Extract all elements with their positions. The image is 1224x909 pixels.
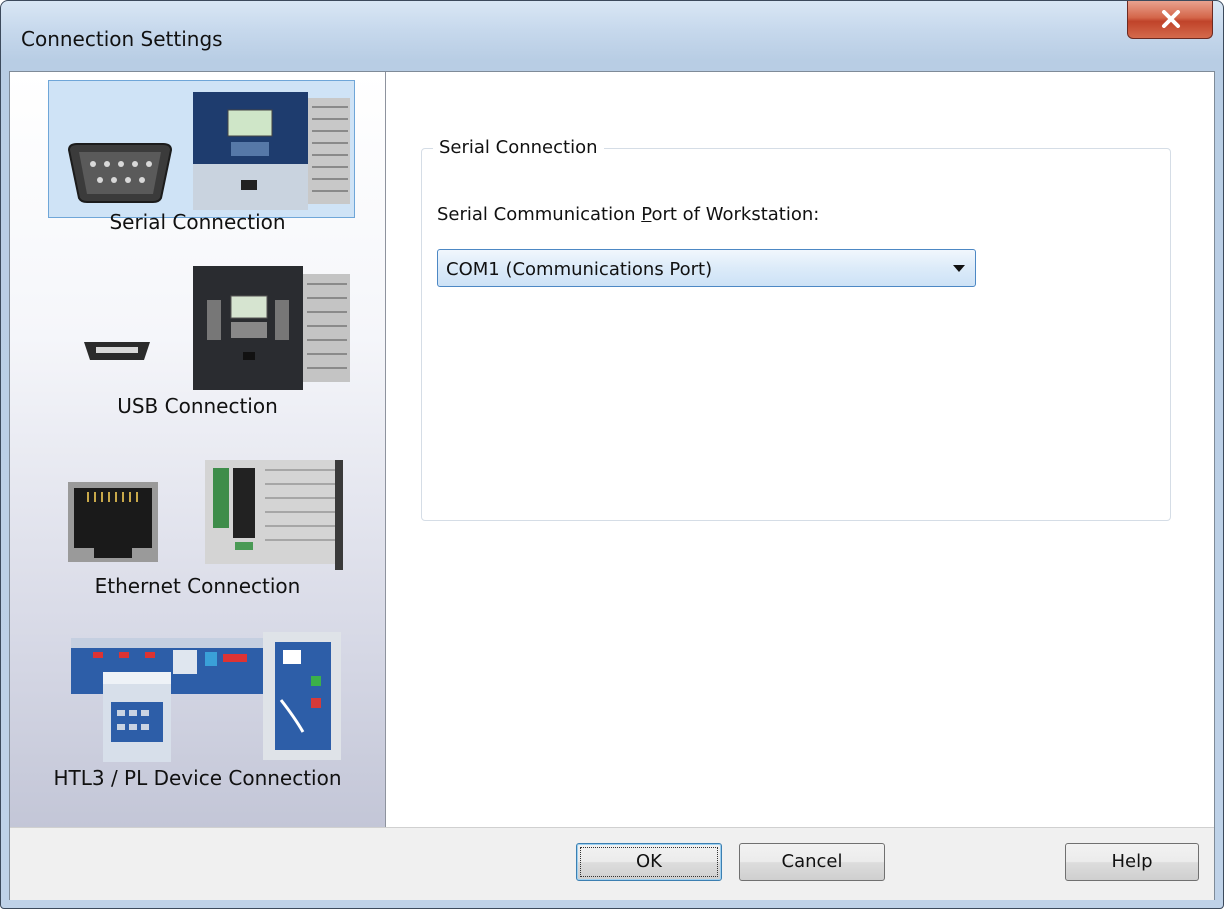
connection-settings-window: Connection Settings Serial Connection US… (0, 0, 1224, 909)
usb-port-icon (84, 342, 150, 360)
dialog-body: Serial Connection USB Connection Etherne… (9, 71, 1215, 900)
settings-panel: Serial Connection Serial Communication P… (386, 72, 1214, 827)
sidebar-item-serial[interactable]: Serial Connection (10, 72, 385, 252)
htl3-device-icon (71, 632, 341, 762)
connection-type-sidebar: Serial Connection USB Connection Etherne… (10, 72, 386, 827)
sidebar-item-htl3-pl[interactable]: HTL3 / PL Device Connection (10, 612, 385, 812)
title-bar[interactable]: Connection Settings (1, 1, 1223, 71)
protection-device-icon (193, 266, 350, 390)
close-icon (1162, 10, 1180, 28)
sidebar-item-label: USB Connection (117, 394, 278, 418)
dropdown-value: COM1 (Communications Port) (446, 259, 713, 280)
help-button[interactable]: Help (1065, 843, 1199, 881)
protection-device-icon (193, 92, 350, 210)
com-port-dropdown[interactable]: COM1 (Communications Port) (437, 249, 976, 287)
sidebar-item-label: Serial Connection (109, 210, 286, 234)
cancel-button[interactable]: Cancel (739, 843, 885, 881)
protection-device-icon (205, 460, 343, 570)
sidebar-item-label: HTL3 / PL Device Connection (53, 766, 342, 790)
sidebar-item-label: Ethernet Connection (94, 574, 301, 598)
window-title: Connection Settings (21, 27, 223, 51)
group-title: Serial Connection (433, 137, 604, 158)
ethernet-port-icon (68, 482, 158, 562)
focus-rect (580, 847, 718, 877)
sidebar-item-ethernet[interactable]: Ethernet Connection (10, 434, 385, 610)
chevron-down-icon[interactable] (953, 265, 965, 272)
button-bar: OK Cancel Help (10, 827, 1214, 900)
serial-port-icon (67, 143, 173, 203)
port-label: Serial Communication Port of Workstation… (437, 204, 820, 225)
sidebar-item-usb[interactable]: USB Connection (10, 254, 385, 430)
ok-button[interactable]: OK (576, 843, 722, 881)
close-button[interactable] (1127, 1, 1213, 39)
